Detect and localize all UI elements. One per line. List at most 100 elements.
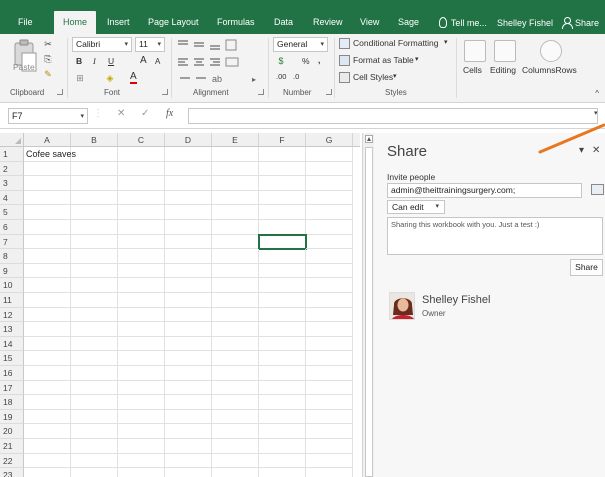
cell-g16[interactable] — [306, 366, 353, 381]
increase-decimal-button[interactable]: .00 — [276, 72, 286, 81]
cell-c4[interactable] — [118, 190, 165, 206]
cell-e23[interactable] — [212, 468, 259, 477]
cell-e21[interactable] — [212, 439, 259, 454]
percent-button[interactable]: % — [302, 56, 310, 66]
cell-d5[interactable] — [165, 205, 212, 220]
currency-icon[interactable]: $ — [274, 55, 288, 67]
copy-icon[interactable]: ⎘ — [42, 53, 54, 65]
shrink-font-button[interactable]: A — [155, 57, 160, 66]
cell-e18[interactable] — [212, 395, 259, 410]
cell-g15[interactable] — [306, 351, 353, 366]
underline-button[interactable]: U — [108, 56, 114, 66]
cell-g18[interactable] — [306, 395, 353, 410]
cell-f18[interactable] — [259, 395, 306, 410]
grow-font-button[interactable]: A — [140, 55, 147, 66]
cell-a9[interactable] — [24, 263, 71, 279]
cell-c12[interactable] — [118, 307, 165, 323]
cell-e5[interactable] — [212, 205, 259, 220]
tab-view[interactable]: View — [360, 11, 379, 34]
cell-g7[interactable] — [306, 234, 353, 250]
name-box[interactable]: F7 ▾ — [8, 108, 88, 124]
formula-input[interactable] — [188, 108, 598, 124]
cell-a3[interactable] — [24, 176, 71, 191]
italic-button[interactable]: I — [93, 56, 96, 66]
cell-f16[interactable] — [259, 366, 306, 381]
cell-d9[interactable] — [165, 263, 212, 279]
cell-e3[interactable] — [212, 176, 259, 191]
cell-e6[interactable] — [212, 220, 259, 235]
worksheet-grid[interactable]: A B C D E F G 1 Cofee saves 2 3 4 5 6 7 8 9 10 11 12 13 14 15 1… — [0, 133, 360, 477]
cell-g1[interactable] — [306, 147, 353, 162]
cell-c10[interactable] — [118, 278, 165, 293]
cell-c1[interactable] — [118, 147, 165, 162]
cell-b9[interactable] — [71, 263, 118, 279]
row-header-19[interactable]: 19 — [0, 409, 24, 425]
cell-e10[interactable] — [212, 278, 259, 293]
cell-g2[interactable] — [306, 161, 353, 177]
cell-e2[interactable] — [212, 161, 259, 177]
row-header-9[interactable]: 9 — [0, 263, 24, 279]
tab-data[interactable]: Data — [274, 11, 293, 34]
cell-d6[interactable] — [165, 220, 212, 235]
row-header-12[interactable]: 12 — [0, 307, 24, 323]
cancel-icon[interactable]: ✕ — [117, 108, 125, 119]
cell-d23[interactable] — [165, 468, 212, 477]
tell-me-box[interactable]: Tell me... — [451, 18, 487, 28]
cell-a10[interactable] — [24, 278, 71, 293]
cell-f3[interactable] — [259, 176, 306, 191]
cell-e4[interactable] — [212, 190, 259, 206]
cell-a7[interactable] — [24, 234, 71, 250]
cell-styles-button[interactable]: Cell Styles — [353, 72, 393, 82]
cell-d18[interactable] — [165, 395, 212, 410]
address-book-icon[interactable] — [591, 184, 604, 195]
cell-c18[interactable] — [118, 395, 165, 410]
cell-a6[interactable] — [24, 220, 71, 235]
share-tab-button[interactable]: Share — [575, 18, 599, 28]
cell-a1[interactable]: Cofee saves — [24, 147, 76, 162]
cell-a18[interactable] — [24, 395, 71, 410]
cell-d2[interactable] — [165, 161, 212, 177]
cell-c21[interactable] — [118, 439, 165, 454]
permission-select[interactable]: Can edit ▾ — [387, 200, 445, 214]
cell-c19[interactable] — [118, 409, 165, 425]
cell-f7[interactable] — [258, 233, 307, 251]
cell-d13[interactable] — [165, 322, 212, 337]
cell-g19[interactable] — [306, 409, 353, 425]
row-header-7[interactable]: 7 — [0, 234, 24, 250]
cell-c8[interactable] — [118, 249, 165, 264]
borders-icon[interactable]: ⊞ — [74, 72, 86, 84]
cell-f10[interactable] — [259, 278, 306, 293]
scrollbar-thumb[interactable] — [365, 147, 373, 477]
cell-b15[interactable] — [71, 351, 118, 366]
cell-g20[interactable] — [306, 424, 353, 439]
cell-d8[interactable] — [165, 249, 212, 264]
row-header-2[interactable]: 2 — [0, 161, 24, 177]
cell-a13[interactable] — [24, 322, 71, 337]
cell-c5[interactable] — [118, 205, 165, 220]
cell-b10[interactable] — [71, 278, 118, 293]
row-header-21[interactable]: 21 — [0, 439, 24, 454]
row-header-16[interactable]: 16 — [0, 366, 24, 381]
cell-d22[interactable] — [165, 453, 212, 469]
row-header-6[interactable]: 6 — [0, 220, 24, 235]
cell-a19[interactable] — [24, 409, 71, 425]
cell-b16[interactable] — [71, 366, 118, 381]
cell-b11[interactable] — [71, 293, 118, 308]
row-header-10[interactable]: 10 — [0, 278, 24, 293]
format-as-table-button[interactable]: Format as Table — [353, 55, 414, 65]
cell-c3[interactable] — [118, 176, 165, 191]
cell-b3[interactable] — [71, 176, 118, 191]
pane-options-icon[interactable]: ▾ — [579, 145, 584, 156]
cell-b18[interactable] — [71, 395, 118, 410]
row-header-23[interactable]: 23 — [0, 468, 24, 477]
cell-a16[interactable] — [24, 366, 71, 381]
cell-d4[interactable] — [165, 190, 212, 206]
row-header-14[interactable]: 14 — [0, 336, 24, 352]
cell-b19[interactable] — [71, 409, 118, 425]
cell-g22[interactable] — [306, 453, 353, 469]
number-format-select[interactable]: General ▾ — [273, 37, 328, 52]
cell-b7[interactable] — [71, 234, 118, 250]
cell-g13[interactable] — [306, 322, 353, 337]
bold-button[interactable]: B — [76, 56, 82, 66]
cell-e13[interactable] — [212, 322, 259, 337]
